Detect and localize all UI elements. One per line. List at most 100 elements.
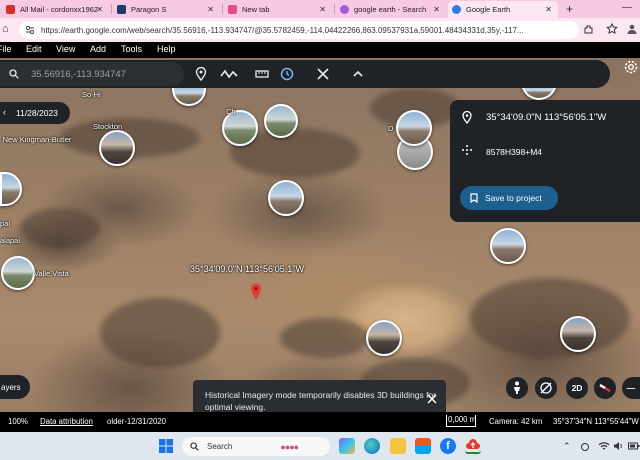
place-label[interactable]: Stockton: [93, 122, 122, 131]
search-value: 35.56916,-113.934747: [31, 68, 126, 80]
facebook-icon[interactable]: f: [440, 438, 456, 454]
close-icon[interactable]: ✕: [319, 5, 326, 14]
ime-icon[interactable]: [580, 442, 590, 452]
search-icon: [9, 69, 19, 79]
tab-google-search[interactable]: google earth - Search ✕: [336, 1, 446, 18]
chevron-up-icon[interactable]: ⌃: [563, 441, 571, 452]
zoom-out-button[interactable]: —: [622, 377, 640, 399]
menu-view[interactable]: View: [56, 44, 75, 54]
cloud-upload-icon[interactable]: [465, 438, 481, 454]
url-field[interactable]: https://earth.google.com/web/search/35.5…: [19, 21, 579, 39]
photo-thumbnail[interactable]: [560, 316, 596, 352]
save-button-label: Save to project: [485, 193, 542, 203]
battery-icon[interactable]: [628, 441, 640, 451]
pegman-icon: [514, 381, 520, 394]
plus-code-icon: [462, 145, 472, 155]
menu-tools[interactable]: Tools: [121, 44, 142, 54]
browser-tab-strip: All Mail - cordonxx1962 ✕ Paragon S ✕ Ne…: [0, 0, 640, 18]
path-icon[interactable]: [220, 67, 238, 81]
photo-thumbnail[interactable]: [396, 110, 432, 146]
layers-button[interactable]: ayers: [0, 375, 30, 399]
compass-icon: [599, 383, 611, 393]
place-label[interactable]: New Kingman-Butler: [2, 135, 72, 144]
photo-thumbnail[interactable]: [99, 130, 135, 166]
ruler-icon[interactable]: [255, 67, 269, 81]
view-2d-button[interactable]: 2D: [566, 377, 588, 399]
minimize-button[interactable]: —: [622, 2, 632, 13]
historical-imagery-date[interactable]: ‹ 11/28/2023: [0, 102, 70, 124]
menu-file[interactable]: File: [0, 44, 12, 54]
gear-icon[interactable]: [623, 59, 639, 75]
store-icon[interactable]: [415, 438, 431, 454]
photo-thumbnail[interactable]: [366, 320, 402, 356]
photo-thumbnail[interactable]: [268, 180, 304, 216]
info-coordinates: 35°34'09.0"N 113°56'05.1"W: [486, 112, 607, 123]
close-icon[interactable]: ✕: [96, 5, 103, 14]
edge-icon[interactable]: [364, 438, 380, 454]
search-toolbar: 35.56916,-113.934747: [0, 60, 610, 88]
place-label[interactable]: Ch: [226, 107, 236, 116]
profile-icon[interactable]: [626, 23, 638, 35]
menu-help[interactable]: Help: [157, 44, 176, 54]
no-3d-icon: [540, 382, 552, 394]
location-pin-icon[interactable]: [194, 67, 208, 81]
compass-button[interactable]: [594, 377, 616, 399]
search-icon: [340, 5, 349, 14]
data-attribution-link[interactable]: Data attribution: [40, 417, 93, 426]
close-icon[interactable]: [427, 394, 437, 404]
tab-title: All Mail - cordonxx1962: [20, 5, 98, 14]
close-icon[interactable]: ✕: [545, 5, 552, 14]
layers-label: ayers: [1, 382, 21, 392]
tab-paragon[interactable]: Paragon S ✕: [113, 1, 220, 18]
tab-google-earth[interactable]: Google Earth ✕: [448, 1, 558, 18]
file-explorer-icon[interactable]: [390, 438, 406, 454]
history-icon[interactable]: [280, 67, 294, 81]
chevron-left-icon[interactable]: ‹: [3, 107, 6, 117]
status-bar: 100% Data attribution older-12/31/2020 0…: [0, 412, 640, 432]
pegman-button[interactable]: [506, 377, 528, 399]
place-label[interactable]: D: [388, 124, 393, 133]
volume-icon[interactable]: [613, 441, 623, 451]
place-label[interactable]: pai: [0, 219, 10, 228]
search-highlight-icon: ●●●●: [280, 441, 299, 452]
tab-title: Google Earth: [466, 5, 511, 14]
windows-start-icon[interactable]: [159, 439, 173, 453]
tools-icon[interactable]: [316, 67, 330, 81]
location-marker-icon[interactable]: [250, 283, 262, 301]
location-info-panel: 35°34'09.0"N 113°56'05.1"W 8578H398+M4 S…: [450, 100, 640, 222]
menu-add[interactable]: Add: [90, 44, 106, 54]
tilt-button[interactable]: [535, 377, 557, 399]
tab-title: New tab: [242, 5, 270, 14]
gmail-icon: [6, 5, 15, 14]
save-to-project-button[interactable]: Save to project: [460, 186, 558, 210]
close-icon[interactable]: ✕: [207, 5, 214, 14]
photo-thumbnail[interactable]: [1, 256, 35, 290]
bookmark-icon: [470, 193, 478, 203]
place-label[interactable]: alapai: [0, 236, 20, 245]
tab-title: google earth - Search: [354, 5, 427, 14]
search-input[interactable]: 35.56916,-113.934747: [0, 62, 184, 86]
windows-taskbar: Search ●●●● f ⌃: [0, 432, 640, 460]
camera-altitude: Camera: 42 km: [489, 417, 543, 426]
copilot-icon[interactable]: [339, 438, 355, 454]
new-tab-button[interactable]: +: [566, 2, 573, 16]
collapse-icon[interactable]: [351, 67, 365, 81]
tab-all-mail[interactable]: All Mail - cordonxx1962 ✕: [2, 1, 109, 18]
menu-edit[interactable]: Edit: [26, 44, 42, 54]
taskbar-search[interactable]: Search ●●●●: [182, 437, 330, 456]
place-label[interactable]: Valle Vista: [34, 269, 69, 278]
site-info-icon[interactable]: [25, 25, 35, 35]
tab-new-tab[interactable]: New tab ✕: [224, 1, 332, 18]
place-label[interactable]: So-Hi: [82, 90, 101, 99]
extensions-icon[interactable]: [583, 23, 595, 35]
wifi-icon[interactable]: [598, 441, 610, 451]
toast-message: Historical Imagery mode temporarily disa…: [205, 390, 437, 412]
favorites-icon[interactable]: [606, 23, 618, 35]
home-icon[interactable]: ⌂: [2, 23, 9, 35]
zoom-out-label: —: [626, 383, 636, 393]
close-icon[interactable]: ✕: [433, 5, 440, 14]
search-icon: [190, 442, 199, 451]
photo-thumbnail[interactable]: [490, 228, 526, 264]
view-2d-label: 2D: [571, 383, 583, 393]
photo-thumbnail[interactable]: [264, 104, 298, 138]
